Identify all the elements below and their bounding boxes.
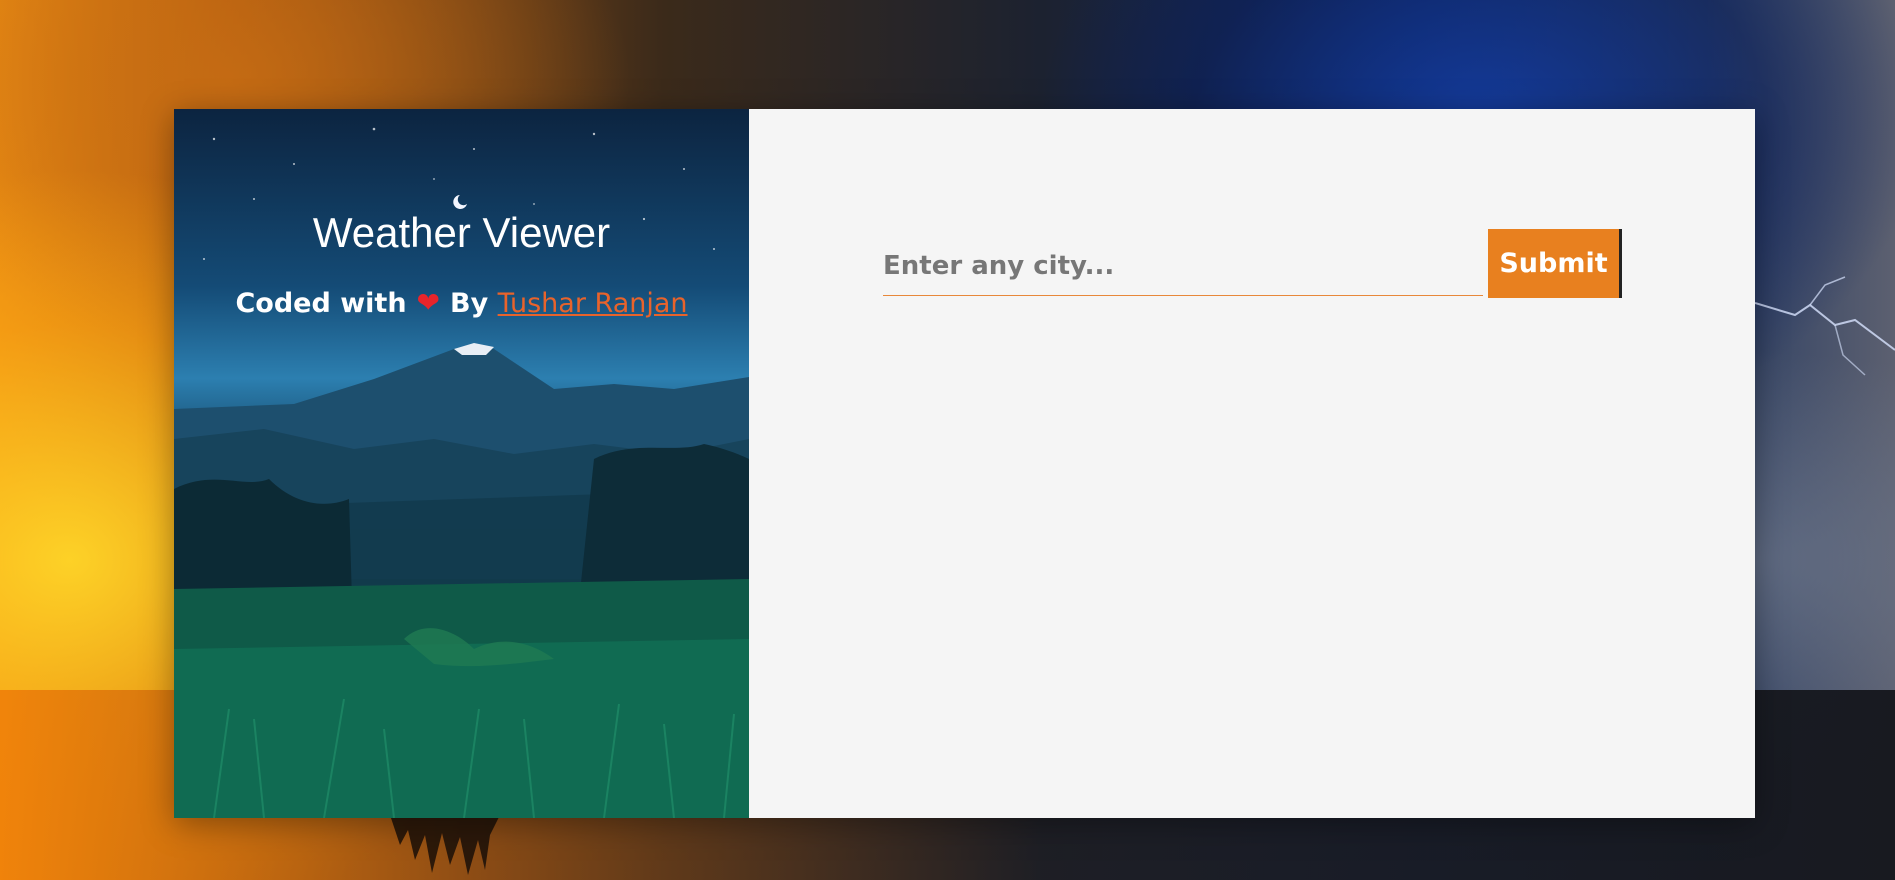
app-title: Weather Viewer	[312, 209, 611, 256]
credit-by: By	[450, 288, 489, 319]
credit-prefix: Coded with	[235, 288, 407, 319]
author-link[interactable]: Tushar Ranjan	[498, 288, 688, 319]
search-panel: Submit	[749, 109, 1755, 818]
search-form: Submit	[883, 229, 1623, 299]
landscape-panel: Weather Viewer Coded with ❤ By Tushar Ranj…	[174, 109, 749, 818]
lightning-icon	[1755, 276, 1895, 376]
credit-line: Coded with ❤ By Tushar Ranjan	[174, 286, 749, 319]
city-search-input[interactable]	[883, 237, 1483, 296]
weather-card: Weather Viewer Coded with ❤ By Tushar Ranj…	[174, 109, 1755, 818]
submit-button[interactable]: Submit	[1488, 229, 1622, 298]
drip-decoration	[390, 815, 500, 875]
crescent-moon-icon	[453, 195, 467, 209]
heart-icon: ❤	[416, 286, 441, 319]
